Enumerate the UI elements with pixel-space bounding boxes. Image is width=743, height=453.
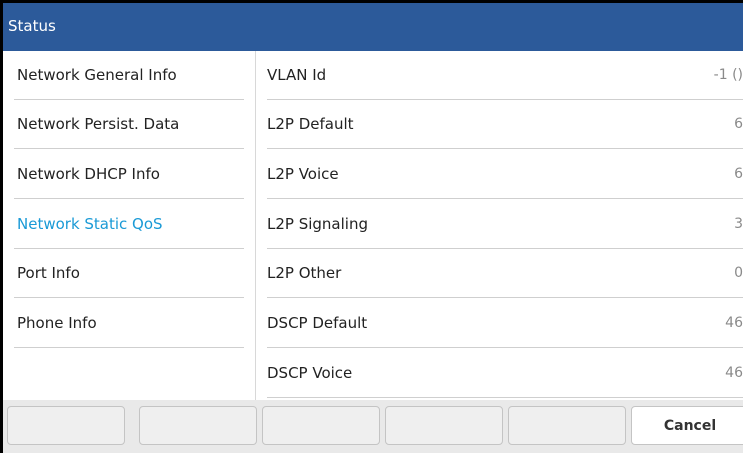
divider bbox=[14, 347, 244, 348]
sidebar-item-port-info[interactable]: Port Info bbox=[3, 249, 255, 298]
divider bbox=[14, 297, 244, 298]
detail-row-vlan-id: VLAN Id -1 () bbox=[256, 51, 743, 100]
divider bbox=[14, 148, 244, 149]
detail-row-l2p-other: L2P Other 0 bbox=[256, 249, 743, 298]
softkey-bar: Cancel bbox=[3, 400, 743, 453]
sidebar-item-label: Phone Info bbox=[17, 314, 97, 332]
detail-value: 6 bbox=[734, 166, 743, 182]
sidebar: Network General Info Network Persist. Da… bbox=[3, 51, 256, 400]
detail-row-dscp-default: DSCP Default 46 bbox=[256, 299, 743, 348]
divider bbox=[267, 198, 743, 199]
detail-key: L2P Default bbox=[267, 115, 354, 133]
divider bbox=[267, 148, 743, 149]
sidebar-item-label: Network Persist. Data bbox=[17, 115, 180, 133]
detail-key: DSCP Default bbox=[267, 314, 368, 332]
softkey-2[interactable] bbox=[139, 406, 257, 445]
detail-key: L2P Other bbox=[267, 264, 342, 282]
detail-key: VLAN Id bbox=[267, 66, 327, 84]
divider bbox=[267, 397, 743, 398]
detail-row-l2p-signaling: L2P Signaling 3 bbox=[256, 200, 743, 249]
cancel-button[interactable]: Cancel bbox=[631, 406, 743, 445]
details-list[interactable]: VLAN Id -1 () L2P Default 6 L2P Voice 6 … bbox=[256, 51, 743, 400]
divider bbox=[267, 347, 743, 348]
cancel-button-label: Cancel bbox=[663, 418, 717, 434]
softkey-4[interactable] bbox=[385, 406, 503, 445]
detail-value: -1 () bbox=[713, 67, 743, 83]
detail-value: 6 bbox=[734, 116, 743, 132]
detail-value: 3 bbox=[734, 216, 743, 232]
divider bbox=[14, 198, 244, 199]
detail-value: 46 bbox=[725, 315, 743, 331]
softkey-3[interactable] bbox=[262, 406, 380, 445]
title-bar: Status bbox=[3, 3, 743, 51]
sidebar-item-label: Network Static QoS bbox=[17, 215, 163, 233]
sidebar-item-network-dhcp-info[interactable]: Network DHCP Info bbox=[3, 150, 255, 199]
softkey-1[interactable] bbox=[7, 406, 125, 445]
sidebar-item-network-persist-data[interactable]: Network Persist. Data bbox=[3, 100, 255, 149]
sidebar-item-network-general-info[interactable]: Network General Info bbox=[3, 51, 255, 100]
phone-screen: Status Network General Info Network Pers… bbox=[3, 3, 743, 453]
sidebar-item-phone-info[interactable]: Phone Info bbox=[3, 299, 255, 348]
sidebar-item-network-static-qos[interactable]: Network Static QoS bbox=[3, 200, 255, 249]
detail-row-l2p-voice: L2P Voice 6 bbox=[256, 150, 743, 199]
detail-key: L2P Signaling bbox=[267, 215, 368, 233]
divider bbox=[267, 297, 743, 298]
sidebar-item-label: Port Info bbox=[17, 264, 80, 282]
detail-row-dscp-voice: DSCP Voice 46 bbox=[256, 349, 743, 398]
sidebar-item-label: Network General Info bbox=[17, 66, 177, 84]
detail-row-l2p-default: L2P Default 6 bbox=[256, 100, 743, 149]
detail-key: L2P Voice bbox=[267, 165, 339, 183]
softkey-5[interactable] bbox=[508, 406, 626, 445]
detail-value: 0 bbox=[734, 265, 743, 281]
detail-key: DSCP Voice bbox=[267, 364, 353, 382]
window-title: Status bbox=[8, 17, 56, 35]
sidebar-item-label: Network DHCP Info bbox=[17, 165, 160, 183]
detail-value: 46 bbox=[725, 365, 743, 381]
